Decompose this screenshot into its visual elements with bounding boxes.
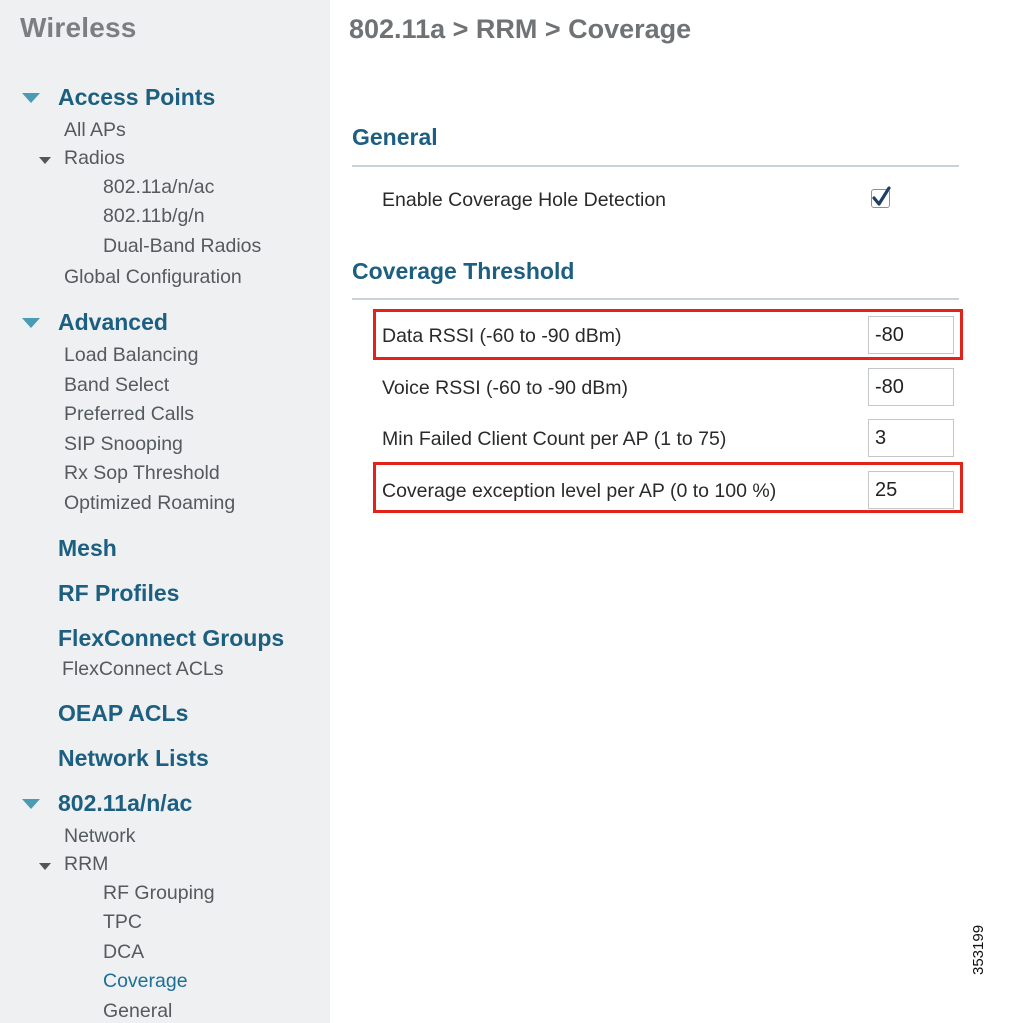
coverage-exception-label: Coverage exception level per AP (0 to 10… xyxy=(382,480,777,502)
sidebar-item-coverage[interactable]: Coverage xyxy=(103,970,188,993)
voice-rssi-input[interactable] xyxy=(868,368,954,406)
sidebar-section-80211a[interactable]: 802.11a/n/ac xyxy=(58,790,192,817)
enable-coverage-hole-checkbox[interactable] xyxy=(871,186,891,208)
sidebar-section-flexconnect-groups[interactable]: FlexConnect Groups xyxy=(58,625,284,652)
voice-rssi-label: Voice RSSI (-60 to -90 dBm) xyxy=(382,377,629,399)
sidebar-item-dual-band[interactable]: Dual-Band Radios xyxy=(103,235,261,258)
sidebar-item-global-config[interactable]: Global Configuration xyxy=(64,266,242,289)
sidebar-item-general[interactable]: General xyxy=(103,1000,172,1023)
min-failed-client-input[interactable] xyxy=(868,419,954,457)
sidebar-item-radios[interactable]: Radios xyxy=(64,147,125,170)
sidebar-item-rrm[interactable]: RRM xyxy=(64,853,108,876)
checkmark-icon xyxy=(872,186,891,206)
data-rssi-label: Data RSSI (-60 to -90 dBm) xyxy=(382,325,622,347)
section-heading-general: General xyxy=(352,124,438,150)
sidebar-section-rf-profiles[interactable]: RF Profiles xyxy=(58,580,179,607)
expand-triangle-icon[interactable] xyxy=(39,157,51,164)
sidebar-item-rx-sop[interactable]: Rx Sop Threshold xyxy=(64,462,220,485)
sidebar-section-network-lists[interactable]: Network Lists xyxy=(58,745,209,772)
sidebar-section-access-points[interactable]: Access Points xyxy=(58,84,215,111)
sidebar-section-oeap-acls[interactable]: OEAP ACLs xyxy=(58,700,188,727)
divider xyxy=(352,298,959,300)
min-failed-client-label: Min Failed Client Count per AP (1 to 75) xyxy=(382,428,727,450)
sidebar-title: Wireless xyxy=(20,12,137,43)
divider xyxy=(352,165,959,167)
coverage-exception-input[interactable] xyxy=(868,471,954,509)
sidebar-item-all-aps[interactable]: All APs xyxy=(64,119,126,142)
expand-triangle-icon[interactable] xyxy=(22,318,40,328)
sidebar-item-rf-grouping[interactable]: RF Grouping xyxy=(103,882,215,905)
sidebar-section-mesh[interactable]: Mesh xyxy=(58,535,117,562)
sidebar-item-tpc[interactable]: TPC xyxy=(103,911,142,934)
sidebar-section-advanced[interactable]: Advanced xyxy=(58,309,168,336)
sidebar-item-radio-b[interactable]: 802.11b/g/n xyxy=(103,205,205,228)
expand-triangle-icon[interactable] xyxy=(22,93,40,103)
sidebar-item-network[interactable]: Network xyxy=(64,825,136,848)
sidebar-item-load-balancing[interactable]: Load Balancing xyxy=(64,344,198,367)
sidebar-item-band-select[interactable]: Band Select xyxy=(64,374,169,397)
breadcrumb: 802.11a > RRM > Coverage xyxy=(349,14,692,44)
sidebar-item-sip-snooping[interactable]: SIP Snooping xyxy=(64,433,183,456)
sidebar-item-radio-a[interactable]: 802.11a/n/ac xyxy=(103,176,214,199)
sidebar-item-preferred-calls[interactable]: Preferred Calls xyxy=(64,403,194,426)
section-heading-coverage-threshold: Coverage Threshold xyxy=(352,258,575,284)
expand-triangle-icon[interactable] xyxy=(39,863,51,870)
figure-id: 353199 xyxy=(970,924,987,975)
sidebar-item-flexconnect-acls[interactable]: FlexConnect ACLs xyxy=(62,658,224,681)
sidebar-item-dca[interactable]: DCA xyxy=(103,941,144,964)
expand-triangle-icon[interactable] xyxy=(22,799,40,809)
enable-coverage-hole-label: Enable Coverage Hole Detection xyxy=(382,189,667,211)
sidebar: Wireless Access Points All APs Radios 80… xyxy=(0,0,330,1023)
data-rssi-input[interactable] xyxy=(868,316,954,354)
sidebar-item-optimized-roaming[interactable]: Optimized Roaming xyxy=(64,492,235,515)
